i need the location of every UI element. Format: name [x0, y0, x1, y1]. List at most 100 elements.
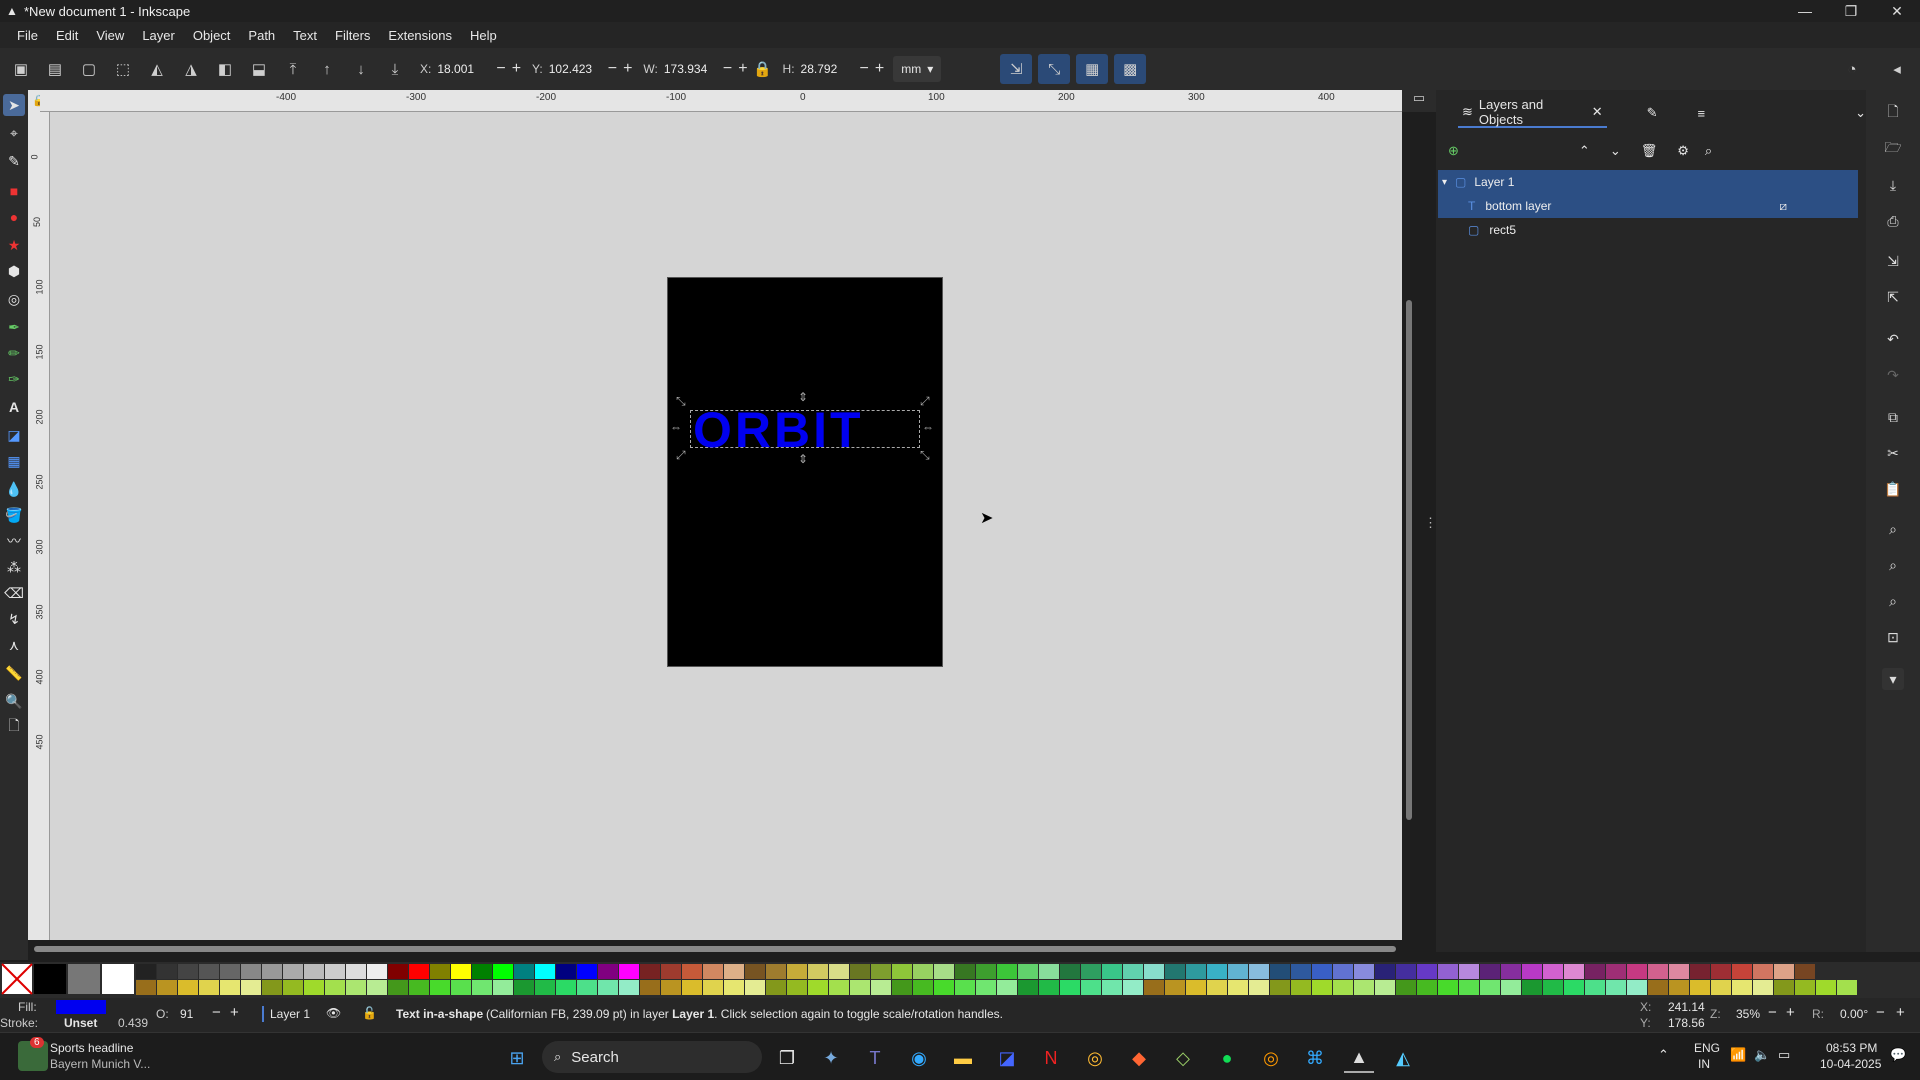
touch-select-icon[interactable]: ⬚ — [106, 52, 140, 86]
scale-stroke-icon[interactable]: ⇲ — [1000, 54, 1033, 84]
photos-icon[interactable]: ◭ — [1388, 1043, 1418, 1073]
close-tab-icon[interactable]: ✕ — [1592, 104, 1603, 120]
gradient-tool-icon[interactable]: ◪ — [3, 424, 25, 446]
redo-icon[interactable]: ↷ — [1882, 364, 1904, 386]
menu-file[interactable]: File — [17, 28, 38, 43]
raise-to-top-icon[interactable]: ⤒ — [276, 52, 310, 86]
lower-to-bottom-icon[interactable]: ⤓ — [378, 52, 412, 86]
fill-swatch[interactable] — [56, 1000, 106, 1014]
rotate-cw-icon[interactable]: ◮ — [174, 52, 208, 86]
menu-help[interactable]: Help — [470, 28, 497, 43]
flip-vertical-icon[interactable]: ⬓ — [242, 52, 276, 86]
import-icon[interactable]: ⇲ — [1882, 250, 1904, 272]
tab-layers-objects[interactable]: ≋ Layers and Objects ✕ — [1458, 97, 1607, 128]
region[interactable]: IN — [1698, 1057, 1710, 1071]
zoom-page-icon[interactable]: ⌕ — [1882, 590, 1904, 612]
app-icon[interactable]: ◇ — [1168, 1043, 1198, 1073]
text-tool-icon[interactable]: A — [3, 396, 25, 418]
menu-view[interactable]: View — [96, 28, 124, 43]
maximize-button[interactable]: ❐ — [1828, 0, 1874, 22]
x-plus-button[interactable]: + — [512, 60, 521, 78]
clip-indicator-icon[interactable]: ⧄ — [1779, 199, 1787, 214]
chrome-icon[interactable]: ◎ — [1080, 1043, 1110, 1073]
battery-icon[interactable]: ▭ — [1778, 1047, 1790, 1063]
document-page[interactable] — [667, 277, 943, 667]
star-tool-icon[interactable]: ★ — [3, 234, 25, 256]
cut-icon[interactable]: ✂ — [1882, 442, 1904, 464]
stretch-handle-icon[interactable]: ⇔ — [670, 420, 682, 434]
collapse-commands-icon[interactable]: ◂ — [1880, 52, 1914, 86]
menu-layer[interactable]: Layer — [142, 28, 175, 43]
minimize-button[interactable]: — — [1782, 0, 1828, 22]
pages-tool-icon[interactable]: 🗋 — [3, 716, 25, 738]
copy-icon[interactable]: ⧉ — [1882, 406, 1904, 428]
brave-icon[interactable]: ◆ — [1124, 1043, 1154, 1073]
y-minus-button[interactable]: − — [608, 60, 617, 78]
opacity-minus-button[interactable]: − — [212, 1004, 221, 1021]
undo-icon[interactable]: ↶ — [1882, 328, 1904, 350]
h-input[interactable]: 28.792 — [795, 56, 857, 82]
x-minus-button[interactable]: − — [496, 60, 505, 78]
stretch-handle-icon[interactable]: ⇔ — [922, 420, 934, 434]
search-icon[interactable]: ⌕ — [1705, 143, 1712, 159]
scale-handle-icon[interactable]: ⤡ — [920, 448, 930, 463]
lpe-tool-icon[interactable]: ⋏ — [3, 634, 25, 656]
settings-icon[interactable]: ⚙ — [1677, 143, 1689, 159]
power-automate-icon[interactable]: ◪ — [992, 1043, 1022, 1073]
netflix-icon[interactable]: N — [1036, 1043, 1066, 1073]
move-up-icon[interactable]: ⌃ — [1579, 143, 1590, 159]
tray-overflow-icon[interactable]: ⌃ — [1658, 1047, 1669, 1063]
stroke-value[interactable]: Unset — [64, 1016, 97, 1030]
print-icon[interactable]: ⎙ — [1882, 210, 1904, 232]
paint-bucket-tool-icon[interactable]: 🪣 — [3, 504, 25, 526]
dropper-tool-icon[interactable]: 💧 — [3, 478, 25, 500]
menu-edit[interactable]: Edit — [56, 28, 78, 43]
spotify-icon[interactable]: ● — [1212, 1043, 1242, 1073]
notification-icon[interactable]: 💬 — [1890, 1047, 1906, 1063]
opacity-input[interactable]: 91 — [180, 1007, 193, 1021]
panel-menu-icon[interactable]: ⌄ — [1855, 105, 1866, 121]
windows-start-icon[interactable]: ⊞ — [502, 1043, 532, 1073]
new-document-icon[interactable]: 🗋 — [1882, 102, 1904, 124]
inkscape-taskbar-icon[interactable]: ▲ — [1344, 1043, 1374, 1073]
pencil-tool-icon[interactable]: ✏ — [3, 342, 25, 364]
w-input[interactable]: 173.934 — [658, 56, 720, 82]
fill-stroke-tab-icon[interactable]: ✎ — [1647, 105, 1658, 121]
current-layer[interactable]: Layer 1 — [270, 1007, 310, 1021]
align-tab-icon[interactable]: ≡ — [1698, 106, 1706, 121]
lock-ratio-icon[interactable]: 🔒 — [751, 52, 775, 86]
unit-select[interactable]: mm ▾ — [893, 56, 942, 82]
connector-tool-icon[interactable]: ↯ — [3, 608, 25, 630]
calligraphy-tool-icon[interactable]: ✑ — [3, 368, 25, 390]
stretch-handle-icon[interactable]: ⇕ — [798, 390, 808, 404]
w-minus-button[interactable]: − — [723, 60, 732, 78]
teams-icon[interactable]: T — [860, 1043, 890, 1073]
measure-tool-icon[interactable]: 📏 — [3, 662, 25, 684]
mesh-tool-icon[interactable]: ▦ — [3, 450, 25, 472]
delete-icon[interactable]: 🗑 — [1641, 143, 1658, 159]
rectangle-tool-icon[interactable]: ■ — [3, 180, 25, 202]
circle-tool-icon[interactable]: ● — [3, 206, 25, 228]
visibility-icon[interactable]: 👁 — [326, 1006, 341, 1020]
zoom-plus-button[interactable]: + — [1786, 1004, 1795, 1021]
raise-icon[interactable]: ↑ — [310, 52, 344, 86]
spray-tool-icon[interactable]: ⁂ — [3, 556, 25, 578]
export-icon[interactable]: ⇱ — [1882, 286, 1904, 308]
add-layer-icon[interactable]: ⊕ — [1448, 143, 1459, 159]
move-down-icon[interactable]: ⌄ — [1610, 143, 1621, 159]
layer-lock-icon[interactable]: 🔓 — [362, 1006, 377, 1020]
orbit-text[interactable]: ORBIT — [693, 405, 864, 455]
pen-tool-icon[interactable]: ✒ — [3, 316, 25, 338]
zoom-tool-icon[interactable]: 🔍 — [3, 690, 25, 712]
y-input[interactable]: 102.423 — [543, 56, 605, 82]
save-icon[interactable]: ⤓ — [1882, 174, 1904, 196]
taskbar-search[interactable]: ⌕ Search — [542, 1041, 762, 1073]
expand-icon[interactable]: ▾ — [1442, 177, 1447, 188]
scale-handle-icon[interactable]: ⤡ — [676, 394, 686, 409]
y-plus-button[interactable]: + — [623, 60, 632, 78]
h-minus-button[interactable]: − — [860, 60, 869, 78]
node-tool-icon[interactable]: ⌖ — [3, 122, 25, 144]
x-input[interactable]: 18.001 — [431, 56, 493, 82]
menu-filters[interactable]: Filters — [335, 28, 370, 43]
edge-icon[interactable]: ◉ — [904, 1043, 934, 1073]
